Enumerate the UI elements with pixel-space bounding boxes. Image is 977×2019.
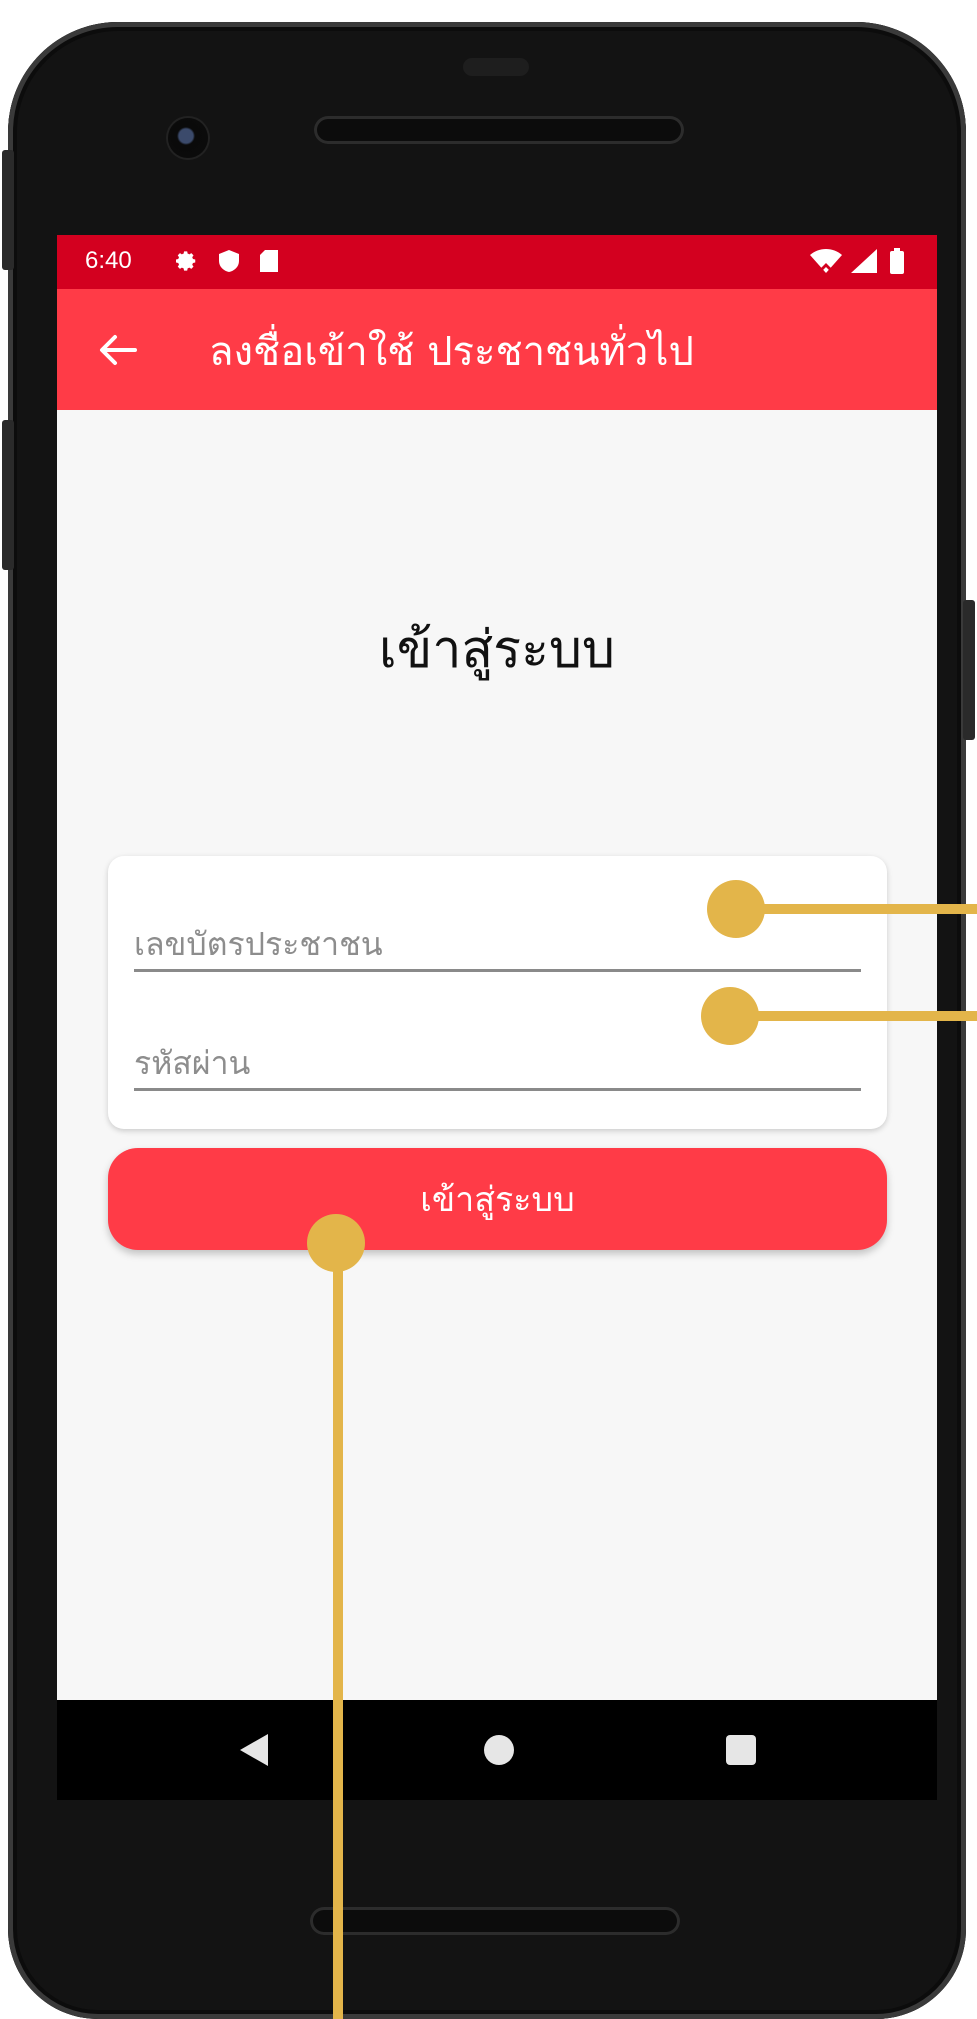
bottom-speaker bbox=[310, 1907, 680, 1935]
password-input[interactable] bbox=[134, 1044, 861, 1082]
phone-side-button bbox=[2, 420, 14, 570]
signal-icon bbox=[849, 249, 879, 273]
gear-icon bbox=[175, 249, 199, 273]
back-triangle-icon[interactable] bbox=[235, 1730, 275, 1770]
sd-card-icon bbox=[257, 249, 281, 273]
battery-icon bbox=[887, 248, 907, 274]
status-bar: 6:40 bbox=[57, 235, 937, 289]
wifi-icon bbox=[809, 249, 843, 273]
status-time: 6:40 bbox=[85, 247, 132, 274]
callout-dot-id bbox=[707, 880, 765, 938]
shield-icon bbox=[217, 249, 241, 273]
arrow-left-icon[interactable] bbox=[93, 325, 143, 375]
callout-dot-button bbox=[307, 1214, 365, 1272]
callout-dot-password bbox=[701, 987, 759, 1045]
callout-line-password bbox=[730, 1011, 977, 1021]
earpiece bbox=[463, 58, 529, 76]
page-title: เข้าสู่ระบบ bbox=[378, 620, 616, 680]
recents-square-icon[interactable] bbox=[721, 1730, 761, 1770]
front-camera bbox=[168, 118, 208, 158]
nav-bar bbox=[57, 1700, 937, 1800]
top-speaker bbox=[314, 116, 684, 144]
callout-line-button bbox=[333, 1235, 343, 2019]
app-bar-title: ลงชื่อเข้าใช้ ประชาชนทั่วไป bbox=[209, 329, 694, 375]
phone-side-button bbox=[2, 150, 14, 270]
home-circle-icon[interactable] bbox=[479, 1730, 519, 1770]
callout-line-id bbox=[736, 904, 977, 914]
login-card bbox=[108, 856, 887, 1129]
app-bar: ลงชื่อเข้าใช้ ประชาชนทั่วไป bbox=[57, 289, 937, 410]
login-button[interactable]: เข้าสู่ระบบ bbox=[108, 1148, 887, 1250]
phone-side-button bbox=[963, 600, 975, 740]
